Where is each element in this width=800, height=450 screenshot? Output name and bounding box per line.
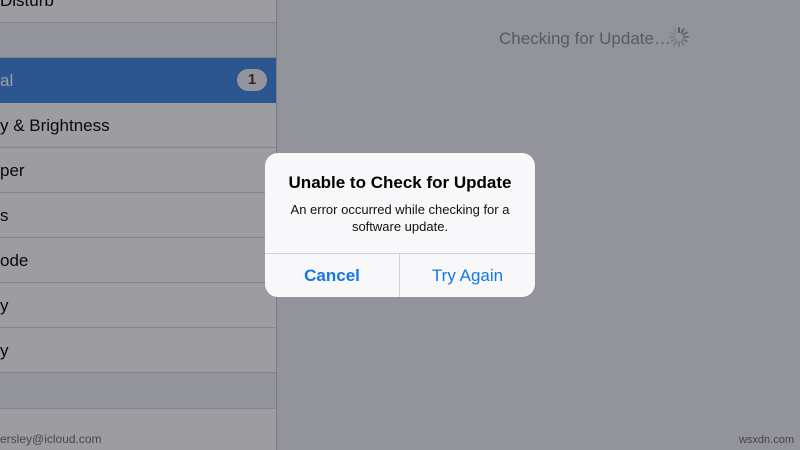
update-error-alert: Unable to Check for Update An error occu… <box>265 153 535 297</box>
alert-message: An error occurred while checking for a s… <box>290 202 510 234</box>
alert-actions: Cancel Try Again <box>265 253 535 297</box>
alert-title: Unable to Check for Update <box>288 173 512 192</box>
try-again-button[interactable]: Try Again <box>400 254 535 297</box>
cancel-button[interactable]: Cancel <box>265 254 400 297</box>
watermark: wsxdn.com <box>738 434 794 446</box>
